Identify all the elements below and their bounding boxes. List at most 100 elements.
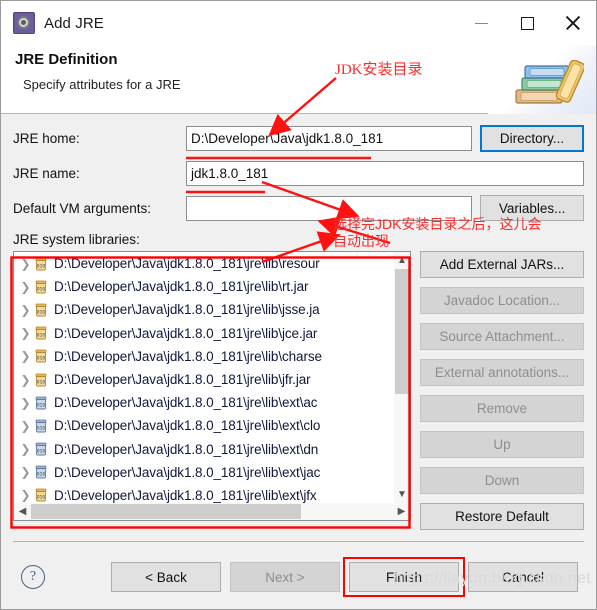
library-button-up: Up xyxy=(420,431,584,458)
jar-icon: 010 xyxy=(33,418,49,434)
svg-text:010: 010 xyxy=(37,472,46,478)
library-button-external-annotations: External annotations... xyxy=(420,359,584,386)
expand-chevron-icon[interactable]: ❯ xyxy=(18,374,33,386)
maximize-icon[interactable] xyxy=(504,1,550,45)
svg-text:010: 010 xyxy=(37,263,46,269)
horizontal-scroll-track[interactable] xyxy=(31,504,393,519)
vertical-scrollbar[interactable]: ▲ ▼ xyxy=(393,252,410,503)
horizontal-scroll-thumb[interactable] xyxy=(31,504,301,519)
library-row[interactable]: ❯ 010 D:\Developer\Java\jdk1.8.0_181\jre\l… xyxy=(14,414,394,437)
jre-home-row: JRE home: D:\Developer\Java\jdk1.8.0_181… xyxy=(13,125,584,152)
title-bar: Add JRE xyxy=(1,1,596,45)
library-row[interactable]: ❯ 010 D:\Developer\Java\jdk1.8.0_181\jre\l… xyxy=(14,275,394,298)
library-path: D:\Developer\Java\jdk1.8.0_181\jre\lib\e… xyxy=(54,395,318,411)
back-button[interactable]: < Back xyxy=(111,562,221,592)
vertical-scroll-thumb[interactable] xyxy=(395,269,409,394)
window-controls xyxy=(458,1,596,45)
jre-home-label: JRE home: xyxy=(13,131,80,146)
libraries-list[interactable]: ❯ 010 D:\Developer\Java\jdk1.8.0_181\jre\l… xyxy=(14,252,394,503)
svg-text:010: 010 xyxy=(37,379,46,385)
footer-separator xyxy=(13,541,584,542)
library-path: D:\Developer\Java\jdk1.8.0_181\jre\lib\e… xyxy=(54,441,319,457)
libraries-area: ❯ 010 D:\Developer\Java\jdk1.8.0_181\jre\l… xyxy=(13,251,584,530)
expand-chevron-icon[interactable]: ❯ xyxy=(18,397,33,409)
jar-icon: 010 xyxy=(33,441,49,457)
library-path: D:\Developer\Java\jdk1.8.0_181\jre\lib\j… xyxy=(54,372,311,388)
svg-text:010: 010 xyxy=(37,356,46,362)
expand-chevron-icon[interactable]: ❯ xyxy=(18,489,33,501)
scroll-up-arrow-icon[interactable]: ▲ xyxy=(394,252,410,269)
svg-text:010: 010 xyxy=(37,309,46,315)
jar-source-icon: 010 xyxy=(33,348,49,364)
close-icon[interactable] xyxy=(550,1,596,45)
library-row[interactable]: ❯ 010 D:\Developer\Java\jdk1.8.0_181\jre\l… xyxy=(14,345,394,368)
library-path: D:\Developer\Java\jdk1.8.0_181\jre\lib\e… xyxy=(54,487,317,503)
library-row[interactable]: ❯ 010 D:\Developer\Java\jdk1.8.0_181\jre\l… xyxy=(14,391,394,414)
horizontal-scrollbar[interactable]: ◀ ▶ xyxy=(14,503,410,520)
library-button-source-attachment: Source Attachment... xyxy=(420,323,584,350)
vm-args-input[interactable] xyxy=(186,195,473,221)
jar-source-icon: 010 xyxy=(33,302,49,318)
svg-text:010: 010 xyxy=(37,425,46,431)
library-row[interactable]: ❯ 010 D:\Developer\Java\jdk1.8.0_181\jre\l… xyxy=(14,298,394,321)
wizard-banner xyxy=(488,45,596,114)
library-row[interactable]: ❯ 010 D:\Developer\Java\jdk1.8.0_181\jre\l… xyxy=(14,484,394,503)
library-path: D:\Developer\Java\jdk1.8.0_181\jre\lib\c… xyxy=(54,348,322,364)
library-button-restore-default[interactable]: Restore Default xyxy=(420,503,584,530)
svg-text:010: 010 xyxy=(37,495,46,501)
jar-source-icon: 010 xyxy=(33,487,49,503)
jar-source-icon: 010 xyxy=(33,325,49,341)
jre-name-label: JRE name: xyxy=(13,166,80,181)
add-jre-dialog: Add JRE JRE Definition Specify attribute… xyxy=(0,0,597,610)
scroll-left-arrow-icon[interactable]: ◀ xyxy=(14,506,31,517)
expand-chevron-icon[interactable]: ❯ xyxy=(18,258,33,270)
dialog-footer: ? < Back Next > Finish Cancel xyxy=(1,545,596,609)
expand-chevron-icon[interactable]: ❯ xyxy=(18,304,33,316)
vm-args-label: Default VM arguments: xyxy=(13,200,152,216)
library-path: D:\Developer\Java\jdk1.8.0_181\jre\lib\e… xyxy=(54,464,321,480)
libraries-list-panel: ❯ 010 D:\Developer\Java\jdk1.8.0_181\jre\l… xyxy=(13,251,411,521)
jre-name-row: JRE name: jdk1.8.0_181 xyxy=(13,161,584,186)
expand-chevron-icon[interactable]: ❯ xyxy=(18,327,33,339)
expand-chevron-icon[interactable]: ❯ xyxy=(18,466,33,478)
library-button-down: Down xyxy=(420,467,584,494)
help-icon[interactable]: ? xyxy=(21,565,45,589)
next-button: Next > xyxy=(230,562,340,592)
library-row[interactable]: ❯ 010 D:\Developer\Java\jdk1.8.0_181\jre\l… xyxy=(14,461,394,484)
cancel-button[interactable]: Cancel xyxy=(468,562,578,592)
jar-source-icon: 010 xyxy=(33,256,49,272)
svg-text:010: 010 xyxy=(37,402,46,408)
books-icon xyxy=(515,60,584,104)
library-path: D:\Developer\Java\jdk1.8.0_181\jre\lib\r… xyxy=(54,256,320,272)
jar-source-icon: 010 xyxy=(33,279,49,295)
library-row[interactable]: ❯ 010 D:\Developer\Java\jdk1.8.0_181\jre\l… xyxy=(14,368,394,391)
expand-chevron-icon[interactable]: ❯ xyxy=(18,443,33,455)
expand-chevron-icon[interactable]: ❯ xyxy=(18,420,33,432)
expand-chevron-icon[interactable]: ❯ xyxy=(18,281,33,293)
window-title: Add JRE xyxy=(44,14,104,32)
library-row[interactable]: ❯ 010 D:\Developer\Java\jdk1.8.0_181\jre\l… xyxy=(14,322,394,345)
finish-button[interactable]: Finish xyxy=(349,562,459,592)
library-button-javadoc-location: Javadoc Location... xyxy=(420,287,584,314)
jre-home-input[interactable]: D:\Developer\Java\jdk1.8.0_181 xyxy=(186,126,473,151)
scroll-down-arrow-icon[interactable]: ▼ xyxy=(394,486,410,503)
svg-text:010: 010 xyxy=(37,448,46,454)
jar-icon: 010 xyxy=(33,395,49,411)
library-path: D:\Developer\Java\jdk1.8.0_181\jre\lib\j… xyxy=(54,302,320,318)
library-path: D:\Developer\Java\jdk1.8.0_181\jre\lib\j… xyxy=(54,325,318,341)
expand-chevron-icon[interactable]: ❯ xyxy=(18,350,33,362)
library-row[interactable]: ❯ 010 D:\Developer\Java\jdk1.8.0_181\jre\l… xyxy=(14,438,394,461)
jar-source-icon: 010 xyxy=(33,372,49,388)
minimize-icon[interactable] xyxy=(458,1,504,45)
variables-button[interactable]: Variables... xyxy=(480,195,584,221)
jre-name-input[interactable]: jdk1.8.0_181 xyxy=(186,161,584,186)
wizard-header: JRE Definition Specify attributes for a … xyxy=(1,45,596,114)
jar-icon: 010 xyxy=(33,464,49,480)
library-button-add-external-jars[interactable]: Add External JARs... xyxy=(420,251,584,278)
library-row[interactable]: ❯ 010 D:\Developer\Java\jdk1.8.0_181\jre\l… xyxy=(14,252,394,275)
library-path: D:\Developer\Java\jdk1.8.0_181\jre\lib\e… xyxy=(54,418,321,434)
svg-text:010: 010 xyxy=(37,333,46,339)
vm-args-row: Default VM arguments: Variables... xyxy=(13,195,584,221)
directory-button[interactable]: Directory... xyxy=(480,125,584,152)
scroll-right-arrow-icon[interactable]: ▶ xyxy=(393,506,410,517)
